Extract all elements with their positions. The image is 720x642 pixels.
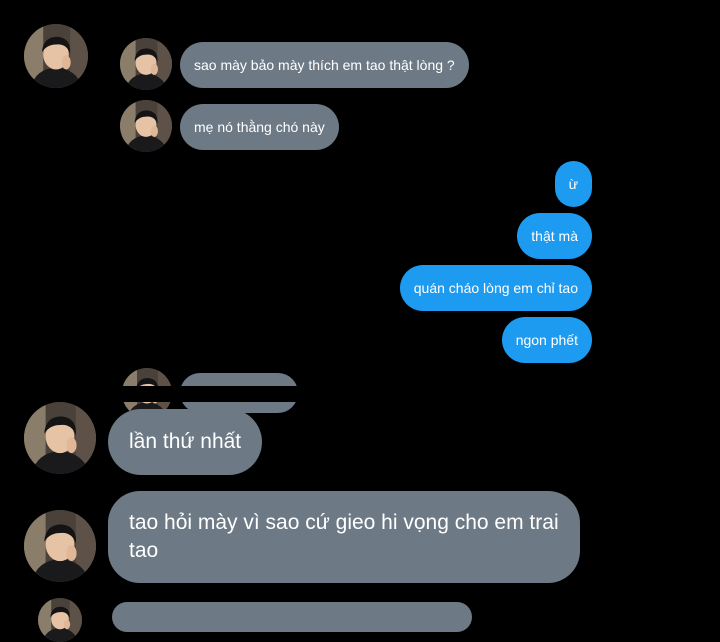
avatar-photo-icon — [24, 24, 88, 88]
message-bubble-incoming[interactable]: lần thứ nhất — [108, 409, 263, 475]
message-bubble-incoming[interactable]: tao hỏi mày vì sao cứ gieo hi vọng cho e… — [108, 491, 580, 583]
message-bubble-partial — [112, 602, 472, 632]
screenshot-crop-edge — [0, 386, 720, 402]
message-bubble-outgoing[interactable]: ngon phết — [501, 317, 592, 363]
avatar[interactable] — [24, 402, 96, 474]
avatar[interactable] — [120, 100, 172, 152]
message-bubble-incoming[interactable]: mẹ nó thằng chó này — [180, 104, 339, 150]
avatar-photo-icon — [24, 510, 96, 582]
message-bubble-outgoing[interactable]: quán cháo lòng em chỉ tao — [399, 265, 592, 311]
avatar-photo-icon — [120, 100, 172, 152]
message-bubble-outgoing[interactable]: thật mà — [517, 213, 592, 259]
avatar[interactable] — [24, 510, 96, 582]
message-bubble-outgoing[interactable]: ừ — [554, 161, 592, 207]
avatar-photo-icon — [24, 402, 96, 474]
avatar-photo-icon — [120, 38, 172, 90]
avatar-partial — [38, 598, 82, 642]
header-avatar[interactable] — [24, 24, 88, 88]
avatar-photo-icon — [38, 598, 82, 642]
avatar[interactable] — [120, 38, 172, 90]
message-bubble-incoming[interactable]: sao mày bảo mày thích em tao thật lòng ? — [180, 42, 469, 88]
